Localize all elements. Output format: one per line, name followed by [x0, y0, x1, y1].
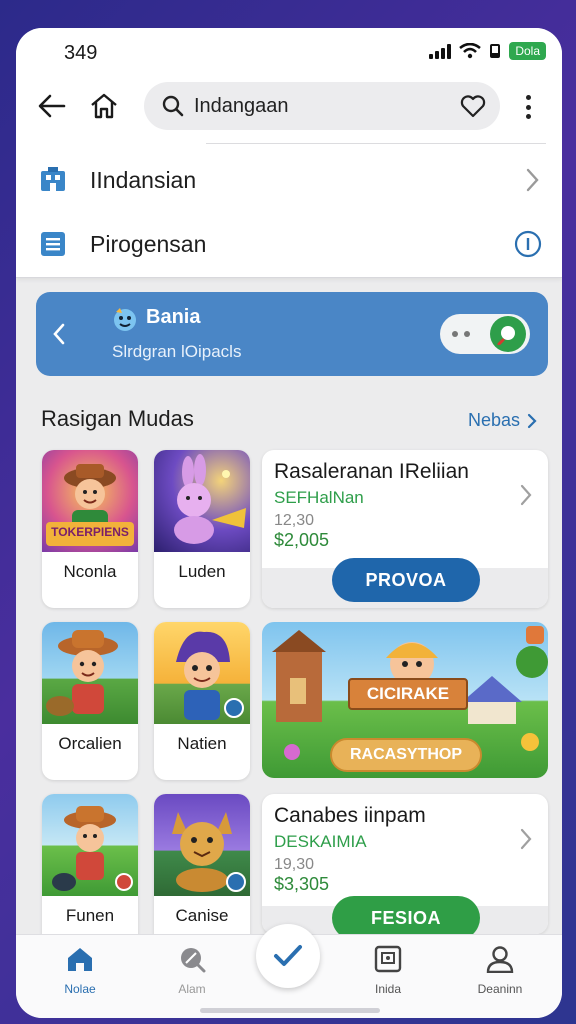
see-more-link[interactable]: Nebas — [468, 410, 538, 431]
game-tile-name: Canise — [175, 906, 229, 925]
chevron-left-icon[interactable] — [50, 320, 68, 353]
card-title: Canabes iinpam — [274, 804, 426, 827]
game-tile[interactable]: Luden — [154, 450, 250, 608]
tab-label: Inida — [374, 982, 402, 996]
game-artwork — [154, 794, 250, 896]
banner-title: Bania — [146, 306, 201, 328]
featured-game-card[interactable]: CICIRAKE RACASYTHOP — [262, 622, 548, 778]
check-icon — [274, 945, 302, 966]
card-action-button[interactable]: FESIOA — [332, 896, 480, 934]
game-tile[interactable]: Natien — [154, 622, 250, 780]
card-price: $2,005 — [274, 530, 330, 550]
chevron-right-icon — [518, 826, 534, 857]
game-play-button[interactable]: RACASYTHOP — [330, 738, 482, 772]
banner-toggle[interactable] — [440, 314, 530, 354]
game-tile-name: Natien — [177, 734, 227, 753]
card-count: 19,30 — [274, 856, 315, 873]
status-bar-icons: Dola — [429, 42, 546, 60]
game-artwork — [42, 794, 138, 896]
menu-item-label: IIndansian — [90, 166, 197, 193]
home-outline-icon — [91, 93, 117, 119]
tab-library[interactable]: Inida — [348, 945, 428, 996]
card-tag: SEFHalNan — [274, 488, 364, 507]
status-time: 349 — [64, 42, 98, 64]
battery-badge: Dola — [509, 42, 546, 60]
nav-row: Indangaan — [16, 78, 562, 134]
game-art-title: TOKERPIENS — [51, 525, 129, 539]
offer-card[interactable]: Canabes iinpam DESKAIMIA 19,30 $3,305 FE… — [262, 794, 548, 934]
document-icon — [41, 232, 65, 256]
library-icon — [374, 945, 402, 973]
confirm-fab[interactable] — [256, 924, 320, 988]
offer-card[interactable]: Rasaleranan IReliian SEFHalNan 12,30 $2,… — [262, 450, 548, 608]
menu-item-indansian[interactable]: IIndansian — [16, 152, 562, 208]
search-icon — [490, 316, 526, 352]
search-bar[interactable]: Indangaan — [144, 82, 500, 130]
tab-label: Deaninn — [477, 982, 523, 996]
favorite-button[interactable] — [458, 91, 488, 121]
game-tile[interactable]: TOKERPIENS Nconla — [42, 450, 138, 608]
home-icon — [68, 948, 92, 971]
menu-item-pirogensan[interactable]: Pirogensan — [16, 216, 562, 272]
card-price: $3,305 — [274, 874, 330, 894]
game-tile[interactable]: Orcalien — [42, 622, 138, 780]
mascot-icon — [110, 304, 140, 339]
search-icon — [162, 95, 184, 117]
heart-icon — [460, 95, 486, 118]
card-count: 12,30 — [274, 512, 315, 529]
see-more-label: Nebas — [468, 410, 521, 430]
game-artwork — [42, 622, 138, 724]
game-tile-name: Orcalien — [58, 734, 122, 753]
building-icon — [41, 167, 65, 191]
chevron-right-icon — [518, 482, 534, 513]
divider — [206, 143, 546, 144]
card-action-button[interactable]: PROVOA — [332, 558, 480, 602]
signal-icon — [429, 43, 452, 59]
more-options-button[interactable] — [516, 92, 540, 122]
card-title: Rasaleranan IReliian — [274, 460, 469, 483]
back-arrow-icon — [38, 94, 66, 118]
game-tile[interactable]: Canise — [154, 794, 250, 952]
tab-label: Alam — [178, 982, 206, 996]
game-artwork — [154, 450, 250, 552]
search-input[interactable]: Indangaan — [194, 95, 458, 118]
tab-home[interactable]: Nolae — [40, 945, 120, 996]
promo-banner[interactable]: Bania Slrdgran lOipacls — [36, 292, 548, 376]
game-ribbon: CICIRAKE — [348, 678, 468, 710]
tab-label: Nolae — [64, 982, 96, 996]
menu-item-label: Pirogensan — [90, 230, 207, 257]
game-artwork — [154, 622, 250, 724]
profile-icon — [486, 946, 514, 974]
phone-screen: 349 Dola Indangaan IIndansian Pirogensan… — [16, 28, 562, 1018]
search-icon — [181, 948, 206, 973]
phone-icon — [490, 44, 501, 58]
back-button[interactable] — [36, 90, 68, 122]
chevron-right-icon — [527, 413, 537, 428]
home-indicator[interactable] — [200, 1008, 380, 1013]
wifi-icon — [459, 43, 482, 59]
home-button[interactable] — [88, 90, 120, 122]
game-tile-name: Nconla — [63, 562, 117, 581]
card-tag: DESKAIMIA — [274, 832, 367, 851]
tab-profile[interactable]: Deaninn — [460, 945, 540, 996]
game-tile-name: Luden — [178, 562, 226, 581]
banner-subtitle: Slrdgran lOipacls — [112, 342, 242, 361]
game-tile[interactable]: Funen — [42, 794, 138, 952]
tab-search[interactable]: Alam — [152, 945, 232, 996]
chevron-right-icon — [522, 166, 542, 199]
game-tile-name: Funen — [65, 906, 115, 925]
game-artwork: TOKERPIENS — [42, 450, 138, 552]
info-icon[interactable] — [514, 230, 542, 263]
section-title: Rasigan Mudas — [41, 406, 194, 431]
